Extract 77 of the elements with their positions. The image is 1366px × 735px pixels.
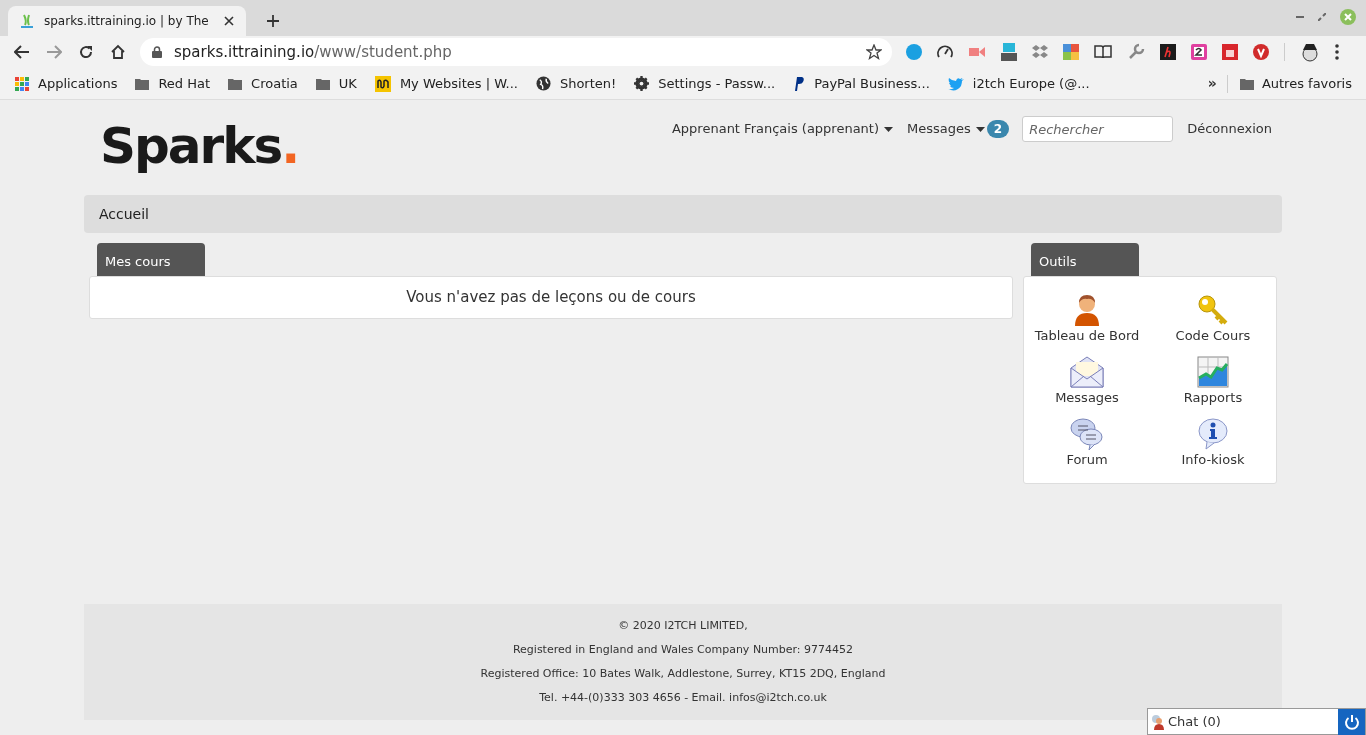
footer-text: Registered in England and Wales Company Number: 9774452: [512, 642, 854, 658]
new-tab-icon[interactable]: [266, 14, 280, 28]
bird-icon: [947, 76, 964, 91]
caret-icon: [884, 126, 894, 132]
bookmark-link[interactable]: Applications: [15, 73, 118, 94]
globe-icon: [535, 76, 551, 91]
pdf-icon[interactable]: [1222, 44, 1238, 60]
caret-icon: [975, 126, 985, 132]
bookmark-link[interactable]: Shorten!: [535, 73, 617, 94]
person-icon: [1073, 293, 1101, 326]
tool-link[interactable]: Tableau de Bord: [1024, 287, 1150, 349]
paypal-icon: [793, 76, 806, 91]
bookmarks-overflow-button[interactable]: »: [1207, 73, 1217, 94]
folder-icon: [315, 77, 330, 90]
bookmark-folder[interactable]: Autres favoris: [1239, 73, 1352, 94]
tab-title: sparks.ittraining.io | by The: [44, 13, 210, 30]
chat-label: Chat (0): [1168, 712, 1221, 731]
address-bar[interactable]: sparks.ittraining.io/www/student.php: [140, 38, 892, 66]
search-field[interactable]: Rechercher: [1022, 116, 1174, 142]
bookmark-link[interactable]: PayPal Business...: [793, 73, 930, 94]
info-icon: [1197, 417, 1229, 450]
bookmark-folder[interactable]: Croatia: [228, 73, 298, 94]
chat-bubbles-icon: [1070, 417, 1104, 450]
message-count: 2: [986, 120, 1010, 138]
dropbox-icon[interactable]: [1032, 44, 1048, 60]
apps-grid-icon: [15, 76, 29, 91]
v-logo-icon[interactable]: [1253, 44, 1269, 60]
tool-link[interactable]: Code Cours: [1150, 287, 1276, 349]
bookmark-link[interactable]: i2tch Europe (@...: [947, 73, 1090, 94]
bookmark-link[interactable]: Settings - Passw...: [634, 73, 776, 94]
h-logo-icon[interactable]: [1160, 44, 1176, 60]
site-favicon: [20, 13, 34, 29]
wave-logo-icon: [374, 75, 391, 92]
sparks-logo[interactable]: Sparks.: [100, 118, 299, 174]
number-icon[interactable]: [1191, 44, 1207, 60]
speedometer-icon[interactable]: [937, 44, 953, 60]
footer-text: © 2020 I2TCH LIMITED,: [618, 618, 748, 634]
tool-link[interactable]: Info-kiosk: [1150, 411, 1276, 473]
logout-link[interactable]: Déconnexion: [1187, 119, 1272, 139]
empty-message: Vous n'avez pas de leçons ou de cours: [406, 287, 696, 309]
wrench-icon[interactable]: [1127, 43, 1145, 61]
forward-icon[interactable]: [46, 45, 62, 59]
user-menu[interactable]: Apprenant Français (apprenant): [671, 119, 894, 139]
bookmark-folder[interactable]: UK: [315, 73, 357, 94]
reload-icon[interactable]: [78, 44, 94, 60]
footer-text: Registered Office: 10 Bates Walk, Addlestone, Surrey, KT15 2DQ, England: [480, 666, 886, 682]
settings-icon: [634, 76, 650, 91]
tool-link[interactable]: Rapports: [1150, 349, 1276, 411]
power-icon: [1343, 713, 1360, 730]
star-icon[interactable]: [866, 44, 882, 60]
power-button[interactable]: [1338, 708, 1365, 735]
folder-icon: [228, 77, 243, 90]
home-icon[interactable]: [110, 44, 126, 60]
footer-text: Tel. +44-(0)333 303 4656 - Email. infos@i2tch.co.uk: [539, 690, 827, 706]
chart-icon: [1197, 355, 1229, 388]
tiles-icon[interactable]: [1063, 44, 1079, 60]
chat-person-icon: [1151, 713, 1165, 730]
key-icon: [1197, 293, 1229, 326]
back-icon[interactable]: [14, 45, 30, 59]
envelope-icon: [1070, 355, 1104, 388]
browser-tab[interactable]: sparks.ittraining.io | by The: [8, 6, 246, 36]
menu-icon[interactable]: [1335, 44, 1339, 60]
lock-icon: [152, 46, 162, 58]
tool-link[interactable]: Messages: [1024, 349, 1150, 411]
folder-icon: [135, 77, 150, 90]
url-text: sparks.ittraining.io/www/student.php: [174, 41, 453, 63]
messages-menu[interactable]: Messages: [907, 119, 985, 139]
bookmark-folder[interactable]: Red Hat: [135, 73, 211, 94]
chat-bar[interactable]: Chat (0): [1147, 708, 1366, 735]
breadcrumb-link[interactable]: Accueil: [99, 203, 149, 225]
bookmark-link[interactable]: My Websites | W...: [374, 73, 518, 94]
tool-link[interactable]: Forum: [1024, 411, 1150, 473]
close-icon[interactable]: [224, 16, 234, 26]
book-icon[interactable]: [1094, 45, 1112, 59]
restore-icon[interactable]: [1318, 13, 1326, 21]
folder-icon: [1239, 77, 1254, 90]
profile-avatar-icon[interactable]: [1300, 42, 1320, 62]
